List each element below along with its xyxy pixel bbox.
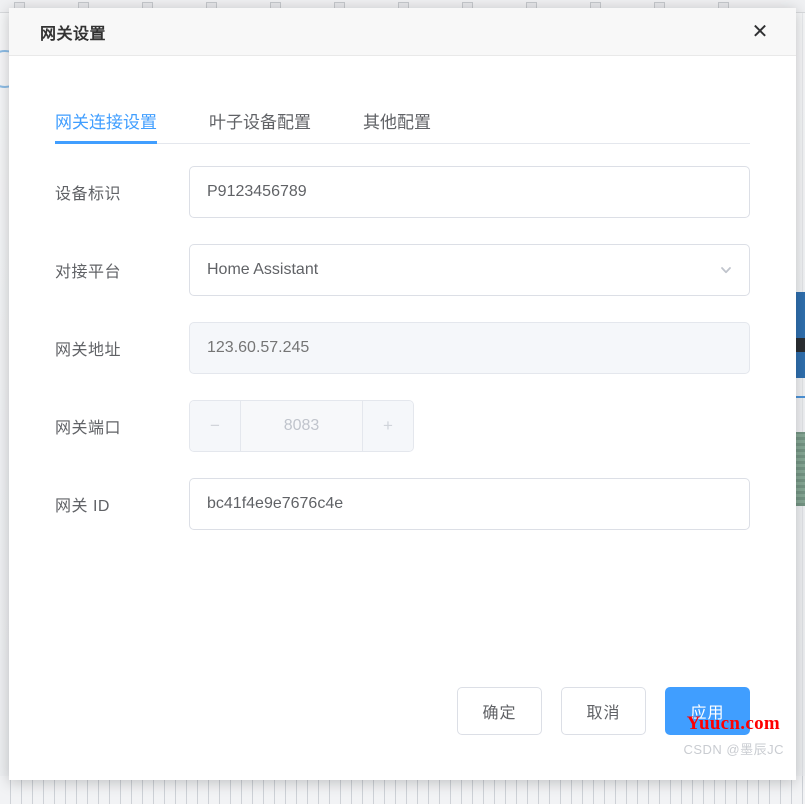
watermark-author: CSDN @墨辰JC — [683, 742, 784, 757]
tab-other-config[interactable]: 其他配置 — [363, 108, 431, 143]
watermark-site: Yuucn.com — [686, 713, 780, 734]
gateway-address-field — [189, 322, 750, 374]
port-decrement-button: − — [190, 401, 241, 451]
label-gateway-port: 网关端口 — [55, 420, 122, 437]
form-row-gateway-port: 网关端口 − 8083 + — [55, 400, 750, 452]
tab-gateway-connection[interactable]: 网关连接设置 — [55, 108, 157, 144]
gateway-connection-form: 设备标识 对接平台 网关地址 — [55, 166, 750, 530]
label-gateway-id: 网关 ID — [55, 498, 110, 515]
cancel-button[interactable]: 取消 — [561, 687, 646, 735]
label-device-id: 设备标识 — [55, 186, 122, 203]
tab-leaf-device-config[interactable]: 叶子设备配置 — [209, 108, 311, 143]
dialog-header: 网关设置 ✕ — [9, 8, 796, 56]
device-id-field[interactable] — [189, 166, 750, 218]
label-platform: 对接平台 — [55, 264, 122, 281]
close-icon[interactable]: ✕ — [746, 18, 774, 46]
form-row-device-id: 设备标识 — [55, 166, 750, 218]
label-gateway-address: 网关地址 — [55, 342, 122, 359]
dialog-body: 网关连接设置 叶子设备配置 其他配置 设备标识 对接平台 — [9, 56, 796, 780]
tab-bar: 网关连接设置 叶子设备配置 其他配置 — [55, 87, 750, 144]
form-row-gateway-id: 网关 ID — [55, 478, 750, 530]
confirm-button[interactable]: 确定 — [457, 687, 542, 735]
chevron-down-icon — [719, 263, 733, 277]
platform-select-value[interactable] — [207, 261, 732, 279]
port-value: 8083 — [241, 401, 362, 451]
gateway-id-input[interactable] — [207, 495, 732, 513]
port-increment-button: + — [362, 401, 413, 451]
gateway-settings-dialog: 网关设置 ✕ 网关连接设置 叶子设备配置 其他配置 设备标识 对接平台 — [9, 8, 796, 780]
device-id-input[interactable] — [207, 183, 732, 201]
gateway-port-stepper: − 8083 + — [189, 400, 414, 452]
gateway-address-input — [207, 339, 732, 357]
background-bottom-strip — [0, 776, 805, 804]
gateway-id-field[interactable] — [189, 478, 750, 530]
form-row-gateway-address: 网关地址 — [55, 322, 750, 374]
platform-select[interactable] — [189, 244, 750, 296]
form-row-platform: 对接平台 — [55, 244, 750, 296]
dialog-title: 网关设置 — [40, 25, 107, 43]
